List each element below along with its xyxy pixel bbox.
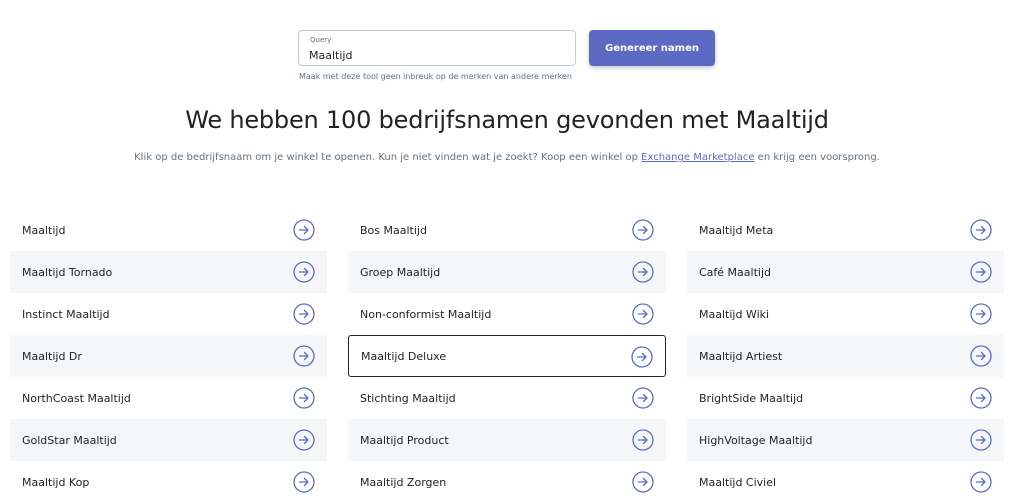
arrow-right-circle-icon[interactable] [631, 346, 653, 368]
result-name: Maaltijd Artiest [699, 349, 783, 363]
arrow-right-circle-icon[interactable] [293, 429, 315, 451]
arrow-right-circle-icon[interactable] [293, 219, 315, 241]
result-row[interactable]: Groep Maaltijd [348, 251, 666, 293]
result-name: Maaltijd Product [360, 433, 449, 447]
arrow-right-circle-icon[interactable] [293, 387, 315, 409]
result-row[interactable]: Maaltijd Wiki [687, 293, 1004, 335]
result-row[interactable]: Stichting Maaltijd [348, 377, 666, 419]
arrow-right-circle-icon[interactable] [632, 303, 654, 325]
subtext-before: Klik op de bedrijfsnaam om je winkel te … [134, 152, 638, 163]
arrow-right-circle-icon[interactable] [970, 471, 992, 493]
result-row[interactable]: Non-conformist Maaltijd [348, 293, 666, 335]
result-name: Maaltijd Deluxe [361, 349, 447, 363]
arrow-right-circle-icon[interactable] [970, 429, 992, 451]
arrow-right-circle-icon[interactable] [632, 261, 654, 283]
arrow-right-circle-icon[interactable] [293, 303, 315, 325]
arrow-right-circle-icon[interactable] [970, 261, 992, 283]
result-name: Groep Maaltijd [360, 265, 441, 279]
result-row[interactable]: Maaltijd Product [348, 419, 666, 461]
result-name: Maaltijd Wiki [699, 307, 770, 321]
result-name: Maaltijd Kop [22, 475, 90, 489]
result-name: GoldStar Maaltijd [22, 433, 117, 447]
arrow-right-circle-icon[interactable] [293, 345, 315, 367]
arrow-right-circle-icon[interactable] [970, 387, 992, 409]
results-grid: Maaltijd Bos Maaltijd Maaltijd Meta Maaltij… [10, 209, 1005, 499]
arrow-right-circle-icon[interactable] [293, 261, 315, 283]
query-label: Query [310, 36, 332, 44]
search-form: Query Genereer namen Maak met deze tool … [298, 30, 718, 90]
result-name: NorthCoast Maaltijd [22, 391, 131, 405]
result-name: BrightSide Maaltijd [699, 391, 804, 405]
result-row[interactable]: Maaltijd Deluxe [348, 335, 666, 377]
result-name: Maaltijd [22, 223, 66, 237]
result-name: Café Maaltijd [699, 265, 771, 279]
result-row[interactable]: Maaltijd Meta [687, 209, 1004, 251]
result-row[interactable]: Maaltijd Kop [10, 461, 327, 499]
result-name: Instinct Maaltijd [22, 307, 110, 321]
generate-names-button[interactable]: Genereer namen [589, 30, 715, 66]
result-row[interactable]: Instinct Maaltijd [10, 293, 327, 335]
result-name: Maaltijd Zorgen [360, 475, 447, 489]
arrow-right-circle-icon[interactable] [632, 219, 654, 241]
result-row[interactable]: BrightSide Maaltijd [687, 377, 1004, 419]
result-row[interactable]: Café Maaltijd [687, 251, 1004, 293]
exchange-marketplace-link[interactable]: Exchange Marketplace [641, 152, 754, 163]
subtext-after: en krijg een voorsprong. [757, 152, 880, 163]
result-name: Stichting Maaltijd [360, 391, 456, 405]
arrow-right-circle-icon[interactable] [632, 471, 654, 493]
query-field[interactable]: Query [298, 30, 576, 66]
arrow-right-circle-icon[interactable] [632, 429, 654, 451]
result-row[interactable]: HighVoltage Maaltijd [687, 419, 1004, 461]
results-subtext: Klik op de bedrijfsnaam om je winkel te … [0, 152, 1014, 163]
result-name: Non-conformist Maaltijd [360, 307, 492, 321]
result-row[interactable]: Maaltijd Zorgen [348, 461, 666, 499]
arrow-right-circle-icon[interactable] [970, 345, 992, 367]
arrow-right-circle-icon[interactable] [970, 303, 992, 325]
result-name: Maaltijd Civiel [699, 475, 777, 489]
query-input[interactable] [309, 47, 559, 63]
trademark-disclaimer: Maak met deze tool geen inbreuk op de me… [299, 72, 572, 81]
result-row[interactable]: Maaltijd Dr [10, 335, 327, 377]
result-row[interactable]: Maaltijd Tornado [10, 251, 327, 293]
arrow-right-circle-icon[interactable] [293, 471, 315, 493]
result-name: Maaltijd Meta [699, 223, 774, 237]
result-row[interactable]: Maaltijd [10, 209, 327, 251]
result-row[interactable]: Bos Maaltijd [348, 209, 666, 251]
arrow-right-circle-icon[interactable] [970, 219, 992, 241]
result-row[interactable]: GoldStar Maaltijd [10, 419, 327, 461]
result-row[interactable]: Maaltijd Civiel [687, 461, 1004, 499]
result-name: HighVoltage Maaltijd [699, 433, 813, 447]
result-row[interactable]: NorthCoast Maaltijd [10, 377, 327, 419]
result-name: Maaltijd Tornado [22, 265, 113, 279]
result-name: Maaltijd Dr [22, 349, 82, 363]
result-row[interactable]: Maaltijd Artiest [687, 335, 1004, 377]
results-heading: We hebben 100 bedrijfsnamen gevonden met… [185, 106, 829, 134]
arrow-right-circle-icon[interactable] [632, 387, 654, 409]
result-name: Bos Maaltijd [360, 223, 427, 237]
